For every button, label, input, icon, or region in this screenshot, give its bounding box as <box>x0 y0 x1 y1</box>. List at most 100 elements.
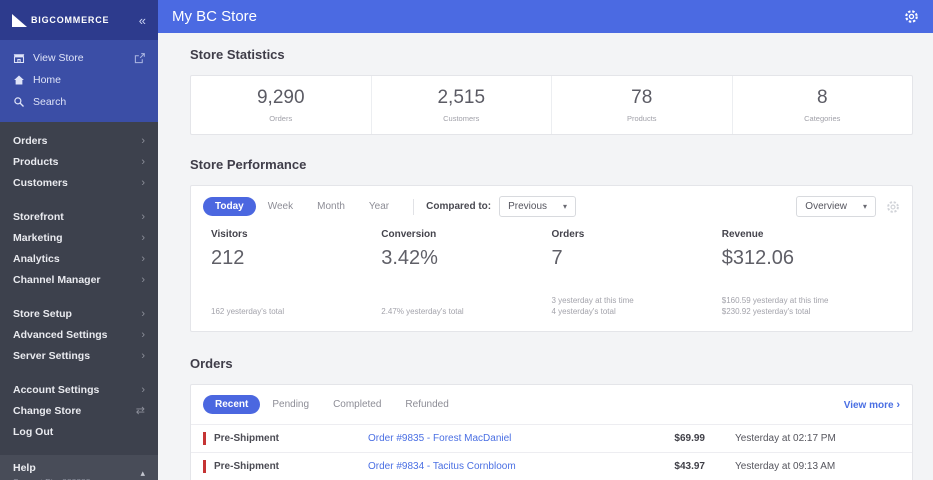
tab-today[interactable]: Today <box>203 197 256 216</box>
tab-year[interactable]: Year <box>357 197 401 216</box>
order-link[interactable]: Order #9835 - Forest MacDaniel <box>368 433 635 444</box>
sidebar-item-search[interactable]: Search <box>0 91 158 113</box>
logo-bar: BIGCOMMERCE « <box>0 0 158 40</box>
metric-revenue: Revenue $312.06 $160.59 yesterday at thi… <box>722 229 892 317</box>
metric-label: Conversion <box>381 229 437 240</box>
metric-visitors: Visitors 212 162 yesterday's total <box>211 229 381 317</box>
toolbar-right: Overview ▾ <box>796 196 900 217</box>
tab-pending[interactable]: Pending <box>260 395 321 414</box>
stat-label: Customers <box>443 114 480 123</box>
tab-month[interactable]: Month <box>305 197 357 216</box>
metric-label: Visitors <box>211 229 248 240</box>
sidebar-item-analytics[interactable]: Analytics › <box>0 248 158 269</box>
settings-gear-icon[interactable] <box>904 9 919 24</box>
compare-select[interactable]: Previous ▾ <box>499 196 577 217</box>
metric-value: 3.42% <box>381 247 438 269</box>
metric-value: 7 <box>551 247 563 269</box>
stat-label: Categories <box>804 114 841 123</box>
status-label: Pre-Shipment <box>214 461 280 472</box>
sidebar-item-marketing[interactable]: Marketing › <box>0 227 158 248</box>
order-total: $69.99 <box>674 433 705 444</box>
sidebar-item-label: Account Settings <box>13 383 100 396</box>
chevron-right-icon: › <box>141 252 145 265</box>
sidebar: BIGCOMMERCE « View Store Home Search Ord… <box>0 0 158 480</box>
metric-subs: $160.59 yesterday at this time $230.92 y… <box>722 295 892 317</box>
chevron-right-icon: › <box>141 231 145 244</box>
metric-subs: 162 yesterday's total <box>211 306 381 317</box>
chevron-right-icon: › <box>141 273 145 286</box>
external-link-icon <box>134 52 145 64</box>
sidebar-item-home[interactable]: Home <box>0 69 158 91</box>
caret-up-icon[interactable]: ▴ <box>140 468 145 479</box>
nav-group-account: Account Settings › Change Store ⇄ Log Out <box>0 379 158 442</box>
metric-subs: 3 yesterday at this time 4 yesterday's t… <box>552 295 722 317</box>
metric-sub: 3 yesterday at this time <box>551 296 634 305</box>
tab-completed[interactable]: Completed <box>321 395 393 414</box>
order-link[interactable]: Order #9834 - Tacitus Cornbloom <box>368 461 635 472</box>
chevron-down-icon: ▾ <box>563 202 568 211</box>
main-content: Store Statistics 9,290 Orders 2,515 Cust… <box>158 33 933 480</box>
order-total: $43.97 <box>674 461 705 472</box>
chevron-right-icon: › <box>141 328 145 341</box>
stat-label: Orders <box>269 114 293 123</box>
bigcommerce-logo-icon <box>12 13 27 27</box>
metric-label: Revenue <box>721 229 764 240</box>
sidebar-collapse-icon[interactable]: « <box>139 13 146 28</box>
sidebar-item-store-setup[interactable]: Store Setup › <box>0 303 158 324</box>
nav-group-settings: Store Setup › Advanced Settings › Server S… <box>0 303 158 366</box>
help-title: Help <box>13 462 36 474</box>
sidebar-item-label: Orders <box>13 134 48 147</box>
metric-sub: 4 yesterday's total <box>551 307 616 316</box>
chevron-right-icon: › <box>141 210 145 223</box>
stat-card-orders: 9,290 Orders <box>191 76 372 134</box>
sidebar-item-log-out[interactable]: Log Out <box>0 421 158 442</box>
sidebar-item-label: Home <box>33 74 62 86</box>
sidebar-item-change-store[interactable]: Change Store ⇄ <box>0 400 158 421</box>
performance-gear-icon[interactable] <box>886 200 900 214</box>
nav-group-commerce: Orders › Products › Customers › <box>0 130 158 193</box>
sidebar-item-view-store[interactable]: View Store <box>0 47 158 69</box>
sidebar-item-label: Storefront <box>13 210 64 223</box>
chevron-right-icon: › <box>896 398 900 411</box>
sidebar-item-label: Server Settings <box>13 349 91 362</box>
swap-icon: ⇄ <box>135 405 145 417</box>
sidebar-item-products[interactable]: Products › <box>0 151 158 172</box>
sidebar-item-label: Analytics <box>13 252 60 265</box>
metric-sub: 2.47% yesterday's total <box>381 307 464 316</box>
sidebar-item-label: Change Store <box>13 404 82 417</box>
sidebar-item-channel-manager[interactable]: Channel Manager › <box>0 269 158 290</box>
chevron-right-icon: › <box>141 349 145 362</box>
sidebar-item-advanced-settings[interactable]: Advanced Settings › <box>0 324 158 345</box>
metric-sub: $160.59 yesterday at this time <box>721 296 829 305</box>
help-bar[interactable]: Help Support Pin: 888888 ▴ <box>0 455 158 480</box>
order-date: Yesterday at 02:17 PM <box>735 433 836 444</box>
sidebar-item-label: Search <box>33 96 67 108</box>
bigcommerce-logo-text: BIGCOMMERCE <box>31 15 110 25</box>
sidebar-main-nav: Orders › Products › Customers › Storefront ›… <box>0 122 158 455</box>
view-more-label: View more <box>843 399 894 411</box>
order-row[interactable]: Pre-Shipment Order #9834 - Tacitus Cornb… <box>191 452 912 480</box>
orders-panel: Recent Pending Completed Refunded View m… <box>190 384 913 480</box>
chevron-right-icon: › <box>141 307 145 320</box>
metric-sub: 162 yesterday's total <box>211 307 285 316</box>
metric-sub: $230.92 yesterday's total <box>721 307 811 316</box>
order-row[interactable]: Pre-Shipment Order #9835 - Forest MacDan… <box>191 424 912 452</box>
sidebar-item-account-settings[interactable]: Account Settings › <box>0 379 158 400</box>
tab-refunded[interactable]: Refunded <box>393 395 460 414</box>
compare-select-value: Previous <box>508 201 548 212</box>
tab-recent[interactable]: Recent <box>203 395 261 414</box>
order-status: Pre-Shipment <box>203 460 368 473</box>
sidebar-item-customers[interactable]: Customers › <box>0 172 158 193</box>
sidebar-item-orders[interactable]: Orders › <box>0 130 158 151</box>
sidebar-item-label: Marketing <box>13 231 63 244</box>
tab-week[interactable]: Week <box>256 197 305 216</box>
performance-metrics: Visitors 212 162 yesterday's total Conve… <box>191 227 912 331</box>
sidebar-item-server-settings[interactable]: Server Settings › <box>0 345 158 366</box>
status-label: Pre-Shipment <box>214 433 280 444</box>
stat-value: 8 <box>816 87 828 108</box>
sidebar-item-storefront[interactable]: Storefront › <box>0 206 158 227</box>
stat-label: Products <box>626 114 657 123</box>
overview-select[interactable]: Overview ▾ <box>796 196 876 217</box>
view-more-link[interactable]: View more › <box>844 399 900 411</box>
top-header: My BC Store <box>158 0 933 33</box>
